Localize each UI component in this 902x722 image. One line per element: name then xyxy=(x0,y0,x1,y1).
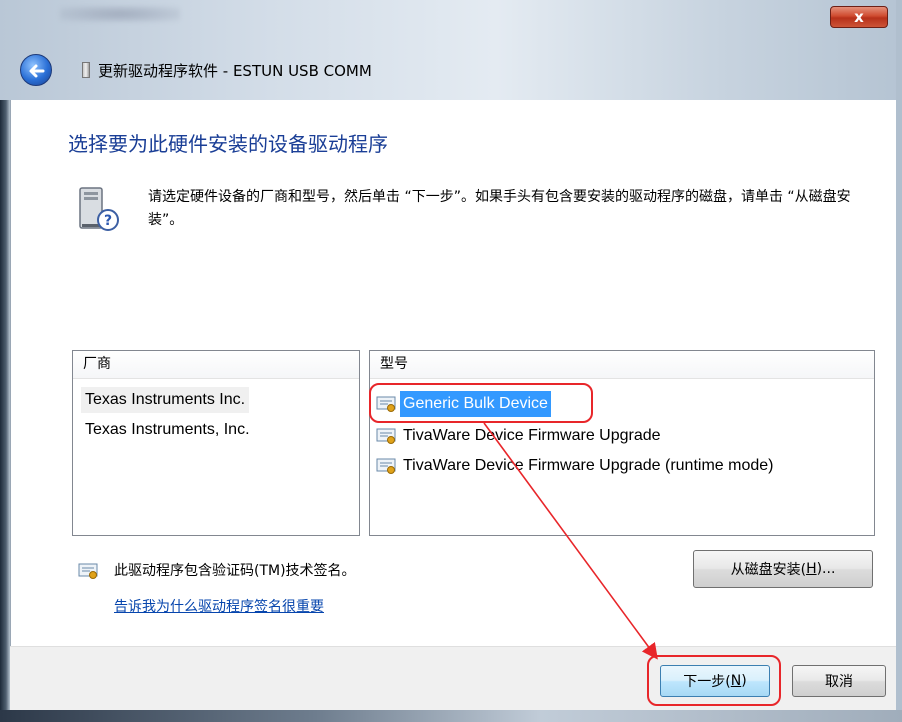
model-item[interactable]: TivaWare Device Firmware Upgrade xyxy=(376,423,664,449)
model-item-label: TivaWare Device Firmware Upgrade (runtim… xyxy=(403,457,774,474)
manufacturer-item[interactable]: Texas Instruments, Inc. xyxy=(81,417,254,443)
next-access-key: N xyxy=(730,673,742,689)
title-bar: x 更新驱动程序软件 - ESTUN USB COMM xyxy=(0,0,902,100)
svg-text:?: ? xyxy=(104,213,112,229)
next-button[interactable]: 下一步(N) xyxy=(660,665,770,697)
signed-driver-icon xyxy=(78,563,98,579)
usb-device-icon xyxy=(82,62,90,78)
window-frame-left xyxy=(0,100,10,722)
signed-driver-icon xyxy=(376,428,396,444)
next-label-suffix: ) xyxy=(741,673,747,689)
page-title: 选择要为此硬件安装的设备驱动程序 xyxy=(68,132,388,156)
window-title: 更新驱动程序软件 - ESTUN USB COMM xyxy=(98,62,372,80)
close-icon: x xyxy=(854,8,864,26)
cancel-button[interactable]: 取消 xyxy=(792,665,886,697)
next-label-prefix: 下一步( xyxy=(683,674,731,690)
have-disk-label-suffix: )... xyxy=(816,561,836,577)
instruction-text: 请选定硬件设备的厂商和型号，然后单击 “下一步”。如果手头有包含要安装的驱动程序… xyxy=(148,189,851,228)
titlebar-decoration xyxy=(60,6,180,22)
manufacturer-column-header[interactable]: 厂商 xyxy=(73,351,359,379)
hardware-help-icon: ? xyxy=(79,187,119,231)
manufacturer-item-label: Texas Instruments Inc. xyxy=(85,391,246,408)
model-item[interactable]: Generic Bulk Device xyxy=(376,391,551,417)
have-disk-access-key: H xyxy=(806,561,817,577)
model-item-label: Generic Bulk Device xyxy=(400,391,551,417)
manufacturer-item[interactable]: Texas Instruments Inc. xyxy=(81,387,250,413)
window-frame-bottom xyxy=(0,710,902,722)
have-disk-button[interactable]: 从磁盘安装(H)... xyxy=(693,550,873,588)
model-list[interactable]: 型号 Generic Bulk Device TivaWare Device F… xyxy=(369,350,875,536)
have-disk-label-prefix: 从磁盘安装( xyxy=(730,562,807,578)
back-arrow-icon xyxy=(29,64,45,78)
close-button[interactable]: x xyxy=(830,6,888,28)
signed-driver-icon xyxy=(376,396,396,412)
manufacturer-list[interactable]: 厂商 Texas Instruments Inc. Texas Instrume… xyxy=(72,350,360,536)
model-column-header[interactable]: 型号 xyxy=(370,351,874,379)
cancel-label: 取消 xyxy=(825,674,853,690)
window-frame-right xyxy=(896,0,902,722)
signature-info-link[interactable]: 告诉我为什么驱动程序签名很重要 xyxy=(114,596,324,616)
manufacturer-item-label: Texas Instruments, Inc. xyxy=(85,421,250,438)
model-item[interactable]: TivaWare Device Firmware Upgrade (runtim… xyxy=(376,453,776,479)
signed-driver-icon xyxy=(376,458,396,474)
model-item-label: TivaWare Device Firmware Upgrade xyxy=(403,427,661,444)
back-button[interactable] xyxy=(20,54,52,86)
signature-status-text: 此驱动程序包含验证码(TM)技术签名。 xyxy=(114,563,356,579)
